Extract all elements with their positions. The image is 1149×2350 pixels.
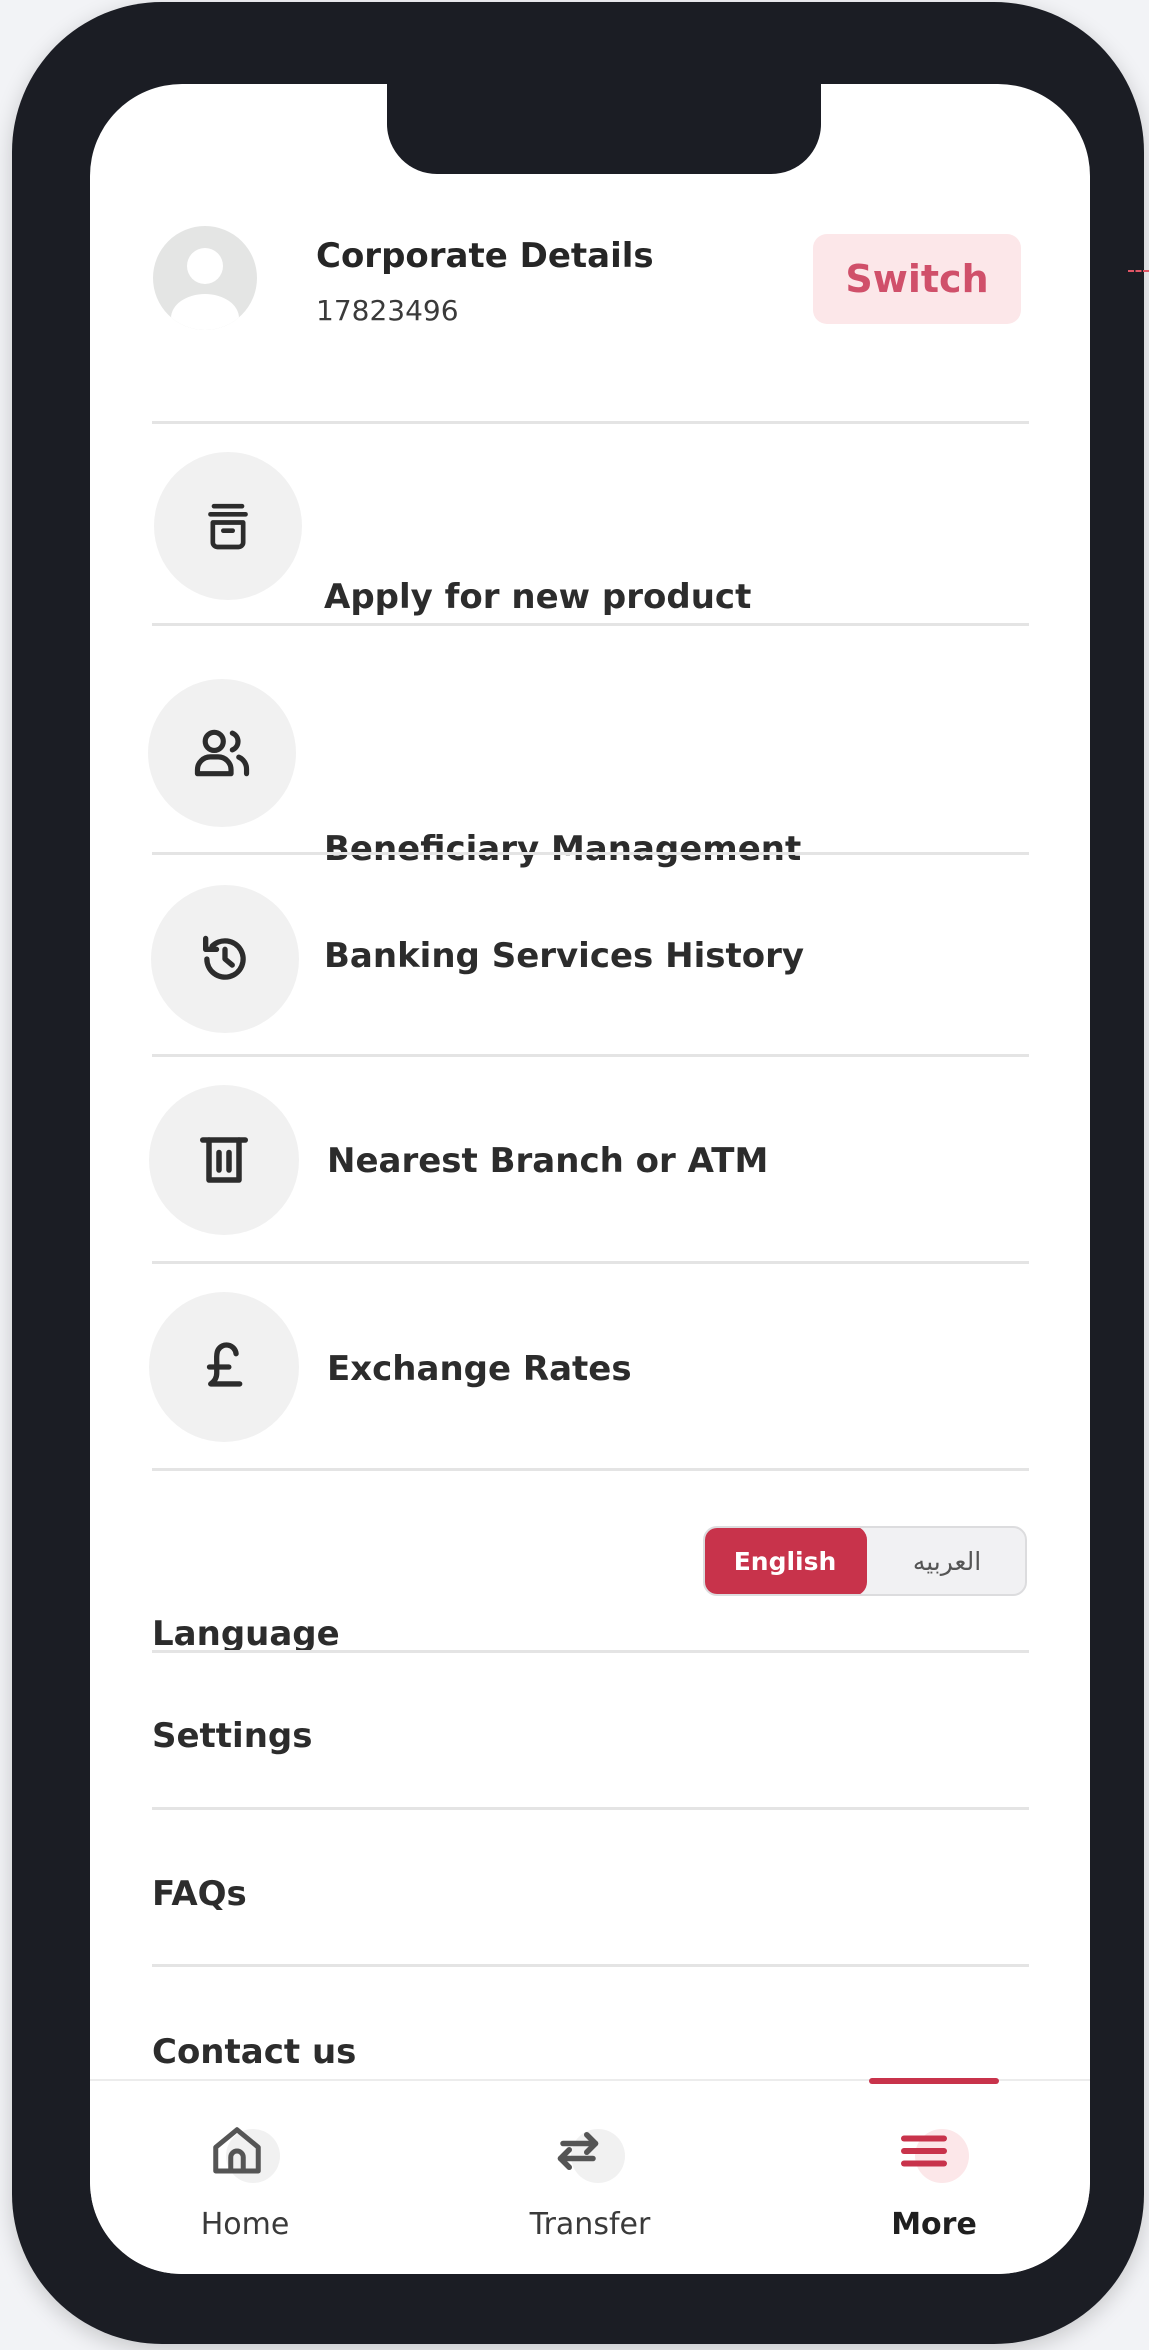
icon-circle	[154, 452, 302, 600]
faqs-link[interactable]: FAQs	[152, 1874, 247, 1914]
menu-item-exchange-rates[interactable]: Exchange Rates	[90, 1264, 1090, 1469]
phone-notch	[387, 82, 821, 174]
nav-tab-more[interactable]: More	[824, 2081, 1044, 2274]
menu-item-nearest-branch-atm[interactable]: Nearest Branch or ATM	[90, 1057, 1090, 1263]
language-label: Language	[152, 1614, 340, 1654]
home-icon	[213, 2127, 261, 2174]
archive-box-icon	[208, 503, 248, 550]
icon-circle	[148, 679, 296, 827]
history-clock-icon	[203, 935, 246, 980]
app-page: Corporate Details 17823496 Switch Apply …	[0, 0, 1149, 2350]
avatar[interactable]	[153, 226, 257, 330]
nav-label: Home	[200, 2207, 290, 2242]
menu-item-label: Nearest Branch or ATM	[327, 1141, 769, 1181]
active-tab-indicator	[869, 2078, 999, 2084]
icon-circle	[151, 885, 299, 1033]
divider	[152, 1964, 1029, 1967]
bottom-navigation: Home Transfer More	[90, 2079, 1090, 2274]
users-icon	[194, 729, 250, 777]
settings-link[interactable]: Settings	[152, 1716, 313, 1756]
menu-icon	[901, 2135, 947, 2167]
nav-label: Transfer	[529, 2207, 651, 2242]
language-toggle[interactable]: English العربيه	[703, 1526, 1027, 1596]
nav-tab-home[interactable]: Home	[135, 2081, 355, 2274]
divider	[152, 1807, 1029, 1810]
menu-item-beneficiary-management[interactable]: Beneficiary Management	[90, 626, 1090, 869]
corporate-id: 17823496	[316, 294, 459, 327]
pound-sterling-icon	[206, 1342, 243, 1387]
icon-circle	[149, 1085, 299, 1235]
menu-item-apply-new-product[interactable]: Apply for new product	[90, 424, 1090, 624]
menu-item-label: Exchange Rates	[327, 1349, 632, 1389]
contact-us-link[interactable]: Contact us	[152, 2032, 356, 2072]
corporate-title: Corporate Details	[316, 236, 654, 276]
edge-marker	[1128, 270, 1149, 272]
language-option-english[interactable]: English	[705, 1528, 867, 1594]
menu-item-banking-services-history[interactable]: Banking Services History	[90, 855, 1090, 1055]
nav-tab-transfer[interactable]: Transfer	[480, 2081, 700, 2274]
screen: Corporate Details 17823496 Switch Apply …	[90, 84, 1090, 2274]
language-option-arabic[interactable]: العربيه	[867, 1528, 1025, 1594]
transfer-arrows-icon	[557, 2132, 599, 2170]
atm-icon	[200, 1137, 248, 1183]
switch-button[interactable]: Switch	[813, 234, 1021, 324]
menu-item-label: Banking Services History	[324, 936, 805, 976]
divider	[152, 1650, 1029, 1653]
phone-frame: Corporate Details 17823496 Switch Apply …	[12, 2, 1144, 2344]
divider	[152, 1468, 1029, 1471]
user-icon	[171, 248, 239, 330]
nav-label: More	[891, 2207, 977, 2242]
icon-circle	[149, 1292, 299, 1442]
menu-item-label: Apply for new product	[324, 577, 752, 617]
